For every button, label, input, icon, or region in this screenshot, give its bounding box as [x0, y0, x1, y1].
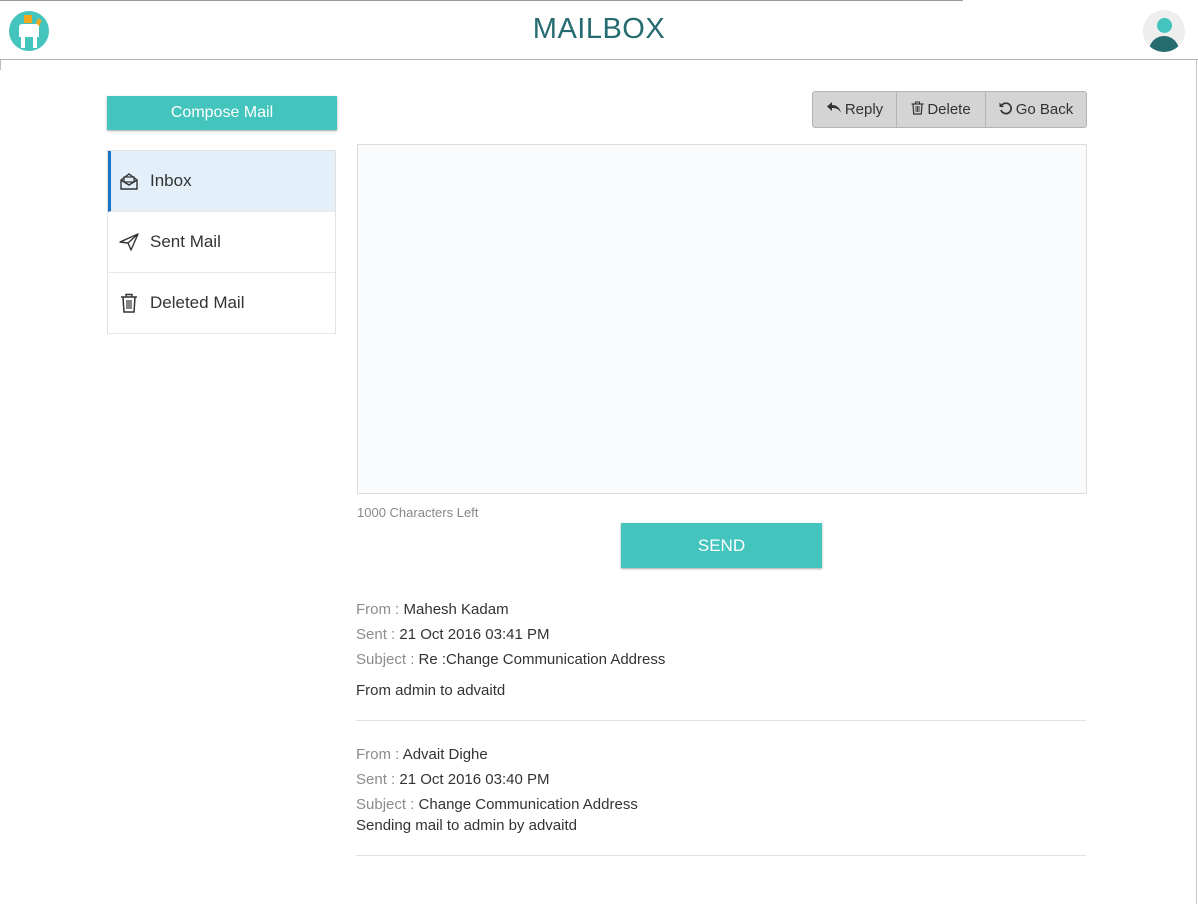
mail-folder-menu: Inbox Sent Mail Deleted Mail [107, 150, 336, 334]
sidebar-item-label: Deleted Mail [150, 293, 245, 312]
message-subject: Subject : Change Communication Address [356, 796, 638, 813]
sidebar-item-deleted-mail[interactable]: Deleted Mail [108, 273, 335, 334]
reply-textarea[interactable] [357, 144, 1087, 494]
send-button[interactable]: SEND [621, 523, 822, 568]
delete-button[interactable]: Delete [897, 91, 986, 128]
compose-mail-button[interactable]: Compose Mail [107, 96, 337, 130]
message-divider [356, 720, 1086, 721]
reply-button[interactable]: Reply [812, 91, 897, 128]
user-avatar-icon[interactable] [1143, 10, 1185, 52]
envelope-open-icon [119, 171, 139, 191]
paper-plane-icon [119, 232, 139, 252]
message-sent: Sent : 21 Oct 2016 03:41 PM [356, 626, 550, 643]
sidebar-item-inbox[interactable]: Inbox [108, 151, 335, 212]
message-subject: Subject : Re :Change Communication Addre… [356, 651, 666, 668]
undo-icon [999, 101, 1013, 119]
sidebar-item-sent-mail[interactable]: Sent Mail [108, 212, 335, 273]
message-sent: Sent : 21 Oct 2016 03:40 PM [356, 771, 550, 788]
message-divider [356, 855, 1086, 856]
message-item: From : Advait Dighe Sent : 21 Oct 2016 0… [356, 746, 1086, 856]
app-header: MAILBOX [0, 0, 1198, 60]
trash-icon [911, 100, 924, 119]
go-back-button[interactable]: Go Back [986, 91, 1087, 128]
sidebar-item-label: Inbox [150, 171, 192, 190]
message-item: From : Mahesh Kadam Sent : 21 Oct 2016 0… [356, 601, 1086, 721]
reply-icon [826, 101, 842, 118]
message-body: Sending mail to admin by advaitd [356, 817, 577, 834]
message-actions: Reply Delete Go Back [812, 91, 1087, 128]
sidebar-item-label: Sent Mail [150, 232, 221, 251]
page-title: MAILBOX [532, 13, 666, 45]
message-body: From admin to advaitd [356, 682, 506, 699]
message-from: From : Mahesh Kadam [356, 601, 509, 618]
trash-icon [119, 293, 139, 313]
message-from: From : Advait Dighe [356, 746, 488, 763]
characters-left-counter: 1000 Characters Left [357, 505, 479, 520]
